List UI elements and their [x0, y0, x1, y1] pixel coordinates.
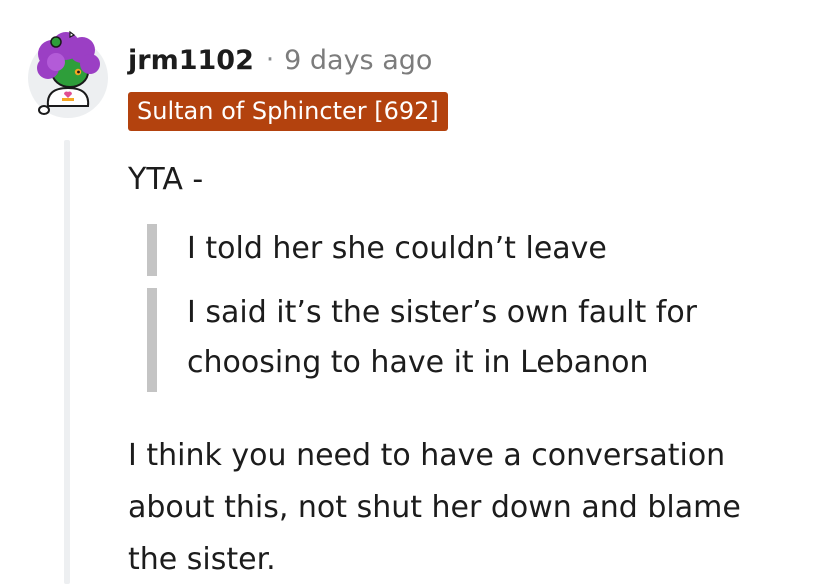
comment-body-line: I think you need to have a conversation [128, 438, 726, 473]
separator-dot: · [265, 45, 275, 75]
blockquote-line: I told her she couldn’t leave [187, 231, 607, 266]
comment-body-paragraph: I think you need to have a conversation … [128, 430, 741, 586]
snoo-avatar-icon [28, 30, 108, 118]
comment-body-line: the sister. [128, 542, 276, 577]
comment-body-line: about this, not shut her down and blame [128, 490, 741, 525]
comment-header: jrm1102 · 9 days ago [128, 40, 432, 80]
blockquote-line: I said it’s the sister’s own fault for [187, 295, 698, 330]
comment-timestamp[interactable]: 9 days ago [284, 45, 432, 76]
comment-opening-text: YTA - [128, 162, 204, 197]
user-flair-badge: Sultan of Sphincter [692] [128, 92, 448, 131]
comment: jrm1102 · 9 days ago Sultan of Sphincter… [0, 0, 827, 584]
thread-collapse-line[interactable] [64, 140, 70, 584]
blockquote: I told her she couldn’t leave [147, 224, 607, 276]
author-username[interactable]: jrm1102 [128, 45, 254, 76]
blockquote: I said it’s the sister’s own fault for c… [147, 288, 697, 392]
blockquote-line: choosing to have it in Lebanon [187, 345, 649, 380]
user-avatar-icon[interactable] [26, 28, 110, 120]
